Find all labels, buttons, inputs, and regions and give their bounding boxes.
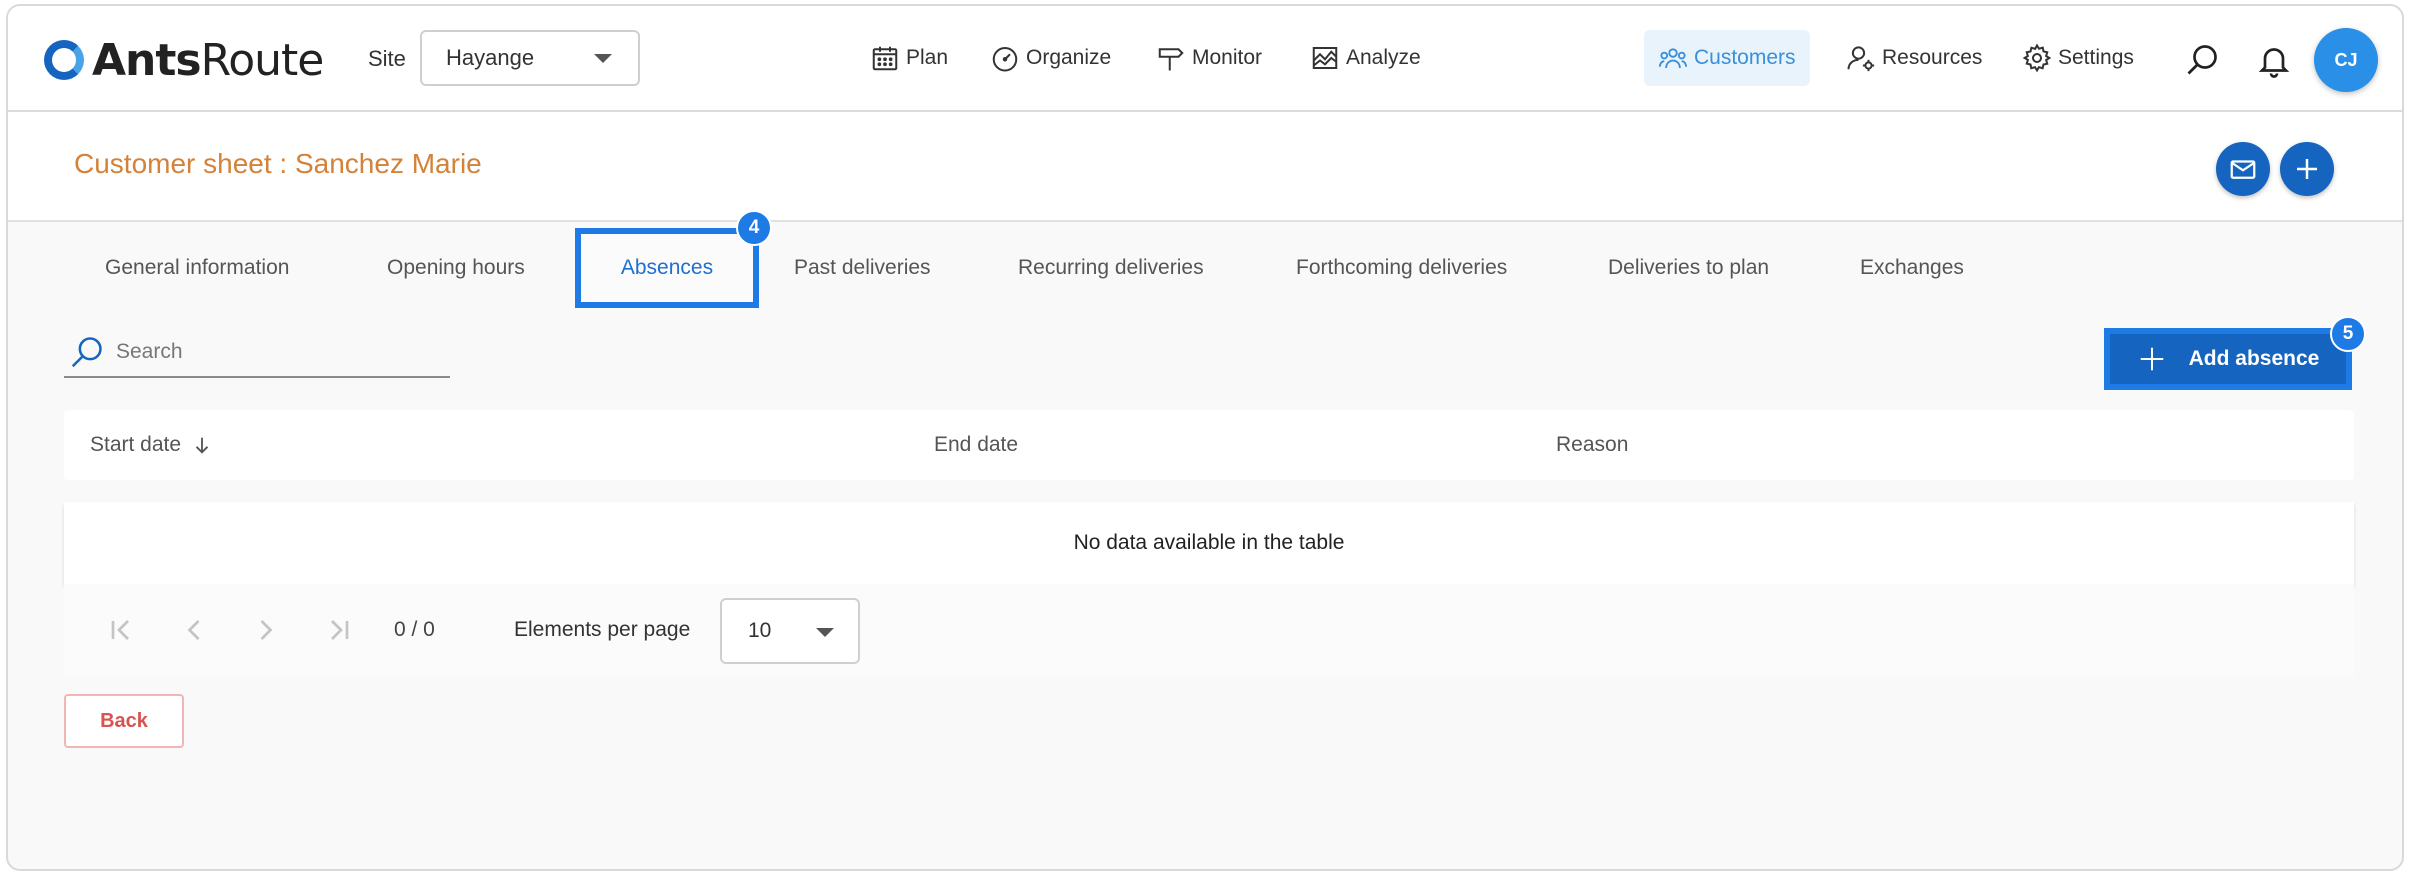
gauge-icon [992,47,1018,72]
column-reason[interactable]: Reason [1556,410,1628,480]
mail-icon [2230,160,2256,179]
tab-forthcoming-deliveries[interactable]: Forthcoming deliveries [1296,228,1507,308]
tab-general-information[interactable]: General information [105,228,289,308]
tab-label: Recurring deliveries [1018,256,1204,279]
first-page-icon[interactable] [104,612,140,648]
page-title: Customer sheet : Sanchez Marie [74,148,482,179]
calendar-icon [872,46,898,71]
tab-exchanges[interactable]: Exchanges [1860,228,1964,308]
pagination-bar: 0 / 0 Elements per page 10 [64,584,2354,676]
previous-page-icon[interactable] [176,612,212,648]
chevron-down-icon [594,54,612,63]
tab-label: Exchanges [1860,256,1964,279]
resources-icon [1847,46,1875,72]
tab-label: Past deliveries [794,256,931,279]
empty-table-message: No data available in the table [64,502,2354,584]
arrow-down-icon [195,437,209,454]
customers-icon [1658,48,1688,69]
tab-past-deliveries[interactable]: Past deliveries [794,228,931,308]
back-button[interactable]: Back [64,694,184,748]
nav-resources[interactable]: Resources [1846,30,1982,86]
tab-label: General information [105,256,290,279]
logo-text: AntsRoute [92,34,324,86]
nav-monitor-label: Monitor [1192,46,1263,69]
per-page-value: 10 [748,619,772,642]
column-end-date[interactable]: End date [934,410,1018,480]
chart-icon [1312,47,1338,69]
column-start-date[interactable]: Start date [90,410,213,480]
nav-organize[interactable]: Organize [990,30,1111,86]
signpost-icon [1158,48,1184,71]
nav-settings-label: Settings [2058,46,2134,69]
bell-icon[interactable] [2254,40,2294,80]
add-button[interactable] [2280,142,2334,196]
antsroute-logo[interactable]: AntsRoute [44,32,324,88]
tab-deliveries-to-plan[interactable]: Deliveries to plan [1608,228,1769,308]
search-icon [71,337,102,368]
nav-analyze[interactable]: Analyze [1310,30,1421,86]
page-count: 0 / 0 [394,618,435,641]
nav-organize-label: Organize [1026,46,1112,69]
site-select-value: Hayange [446,45,535,70]
gear-icon [2022,43,2052,73]
step-badge: 4 [736,210,772,246]
nav-monitor[interactable]: Monitor [1156,30,1262,86]
tab-label: Deliveries to plan [1608,256,1770,279]
nav-settings[interactable]: Settings [2022,30,2134,86]
step-badge: 5 [2330,316,2366,352]
tab-label: Absences [620,256,714,279]
last-page-icon[interactable] [320,612,356,648]
next-page-icon[interactable] [248,612,284,648]
plus-icon [2297,159,2317,179]
nav-customers-label: Customers [1694,46,1796,69]
column-label: Start date [90,433,182,456]
search-input[interactable] [116,340,416,364]
page-header: Customer sheet : Sanchez Marie [8,112,2402,222]
per-page-select[interactable]: 10 [720,598,860,664]
tab-recurring-deliveries[interactable]: Recurring deliveries [1018,228,1204,308]
column-label: Reason [1556,433,1629,456]
tab-opening-hours[interactable]: Opening hours [387,228,525,308]
nav-resources-label: Resources [1882,46,1983,69]
tab-absences[interactable]: Absences [575,228,759,308]
table-header: Start date End date Reason [64,410,2354,480]
tab-label: Forthcoming deliveries [1296,256,1508,279]
logo-mark-icon [44,40,84,80]
column-label: End date [934,433,1019,456]
tab-label: Opening hours [387,256,525,279]
plus-icon [2140,347,2163,371]
email-button[interactable] [2216,142,2270,196]
add-absence-label: Add absence [2188,347,2320,370]
per-page-label: Elements per page [514,618,691,641]
top-navigation-bar: AntsRoute Site Hayange Plan Organize Mon… [8,6,2402,112]
nav-customers[interactable]: Customers [1644,30,1810,86]
site-select[interactable]: Hayange [420,30,640,86]
site-label: Site [368,46,406,71]
search-field[interactable] [64,328,450,378]
add-absence-button[interactable]: Add absence [2104,328,2352,390]
avatar[interactable]: CJ [2314,28,2378,92]
nav-analyze-label: Analyze [1346,46,1421,69]
nav-plan[interactable]: Plan [870,30,948,86]
app-window: AntsRoute Site Hayange Plan Organize Mon… [6,4,2404,871]
nav-plan-label: Plan [906,46,949,69]
chevron-down-icon [816,628,834,637]
search-icon[interactable] [2182,40,2222,80]
